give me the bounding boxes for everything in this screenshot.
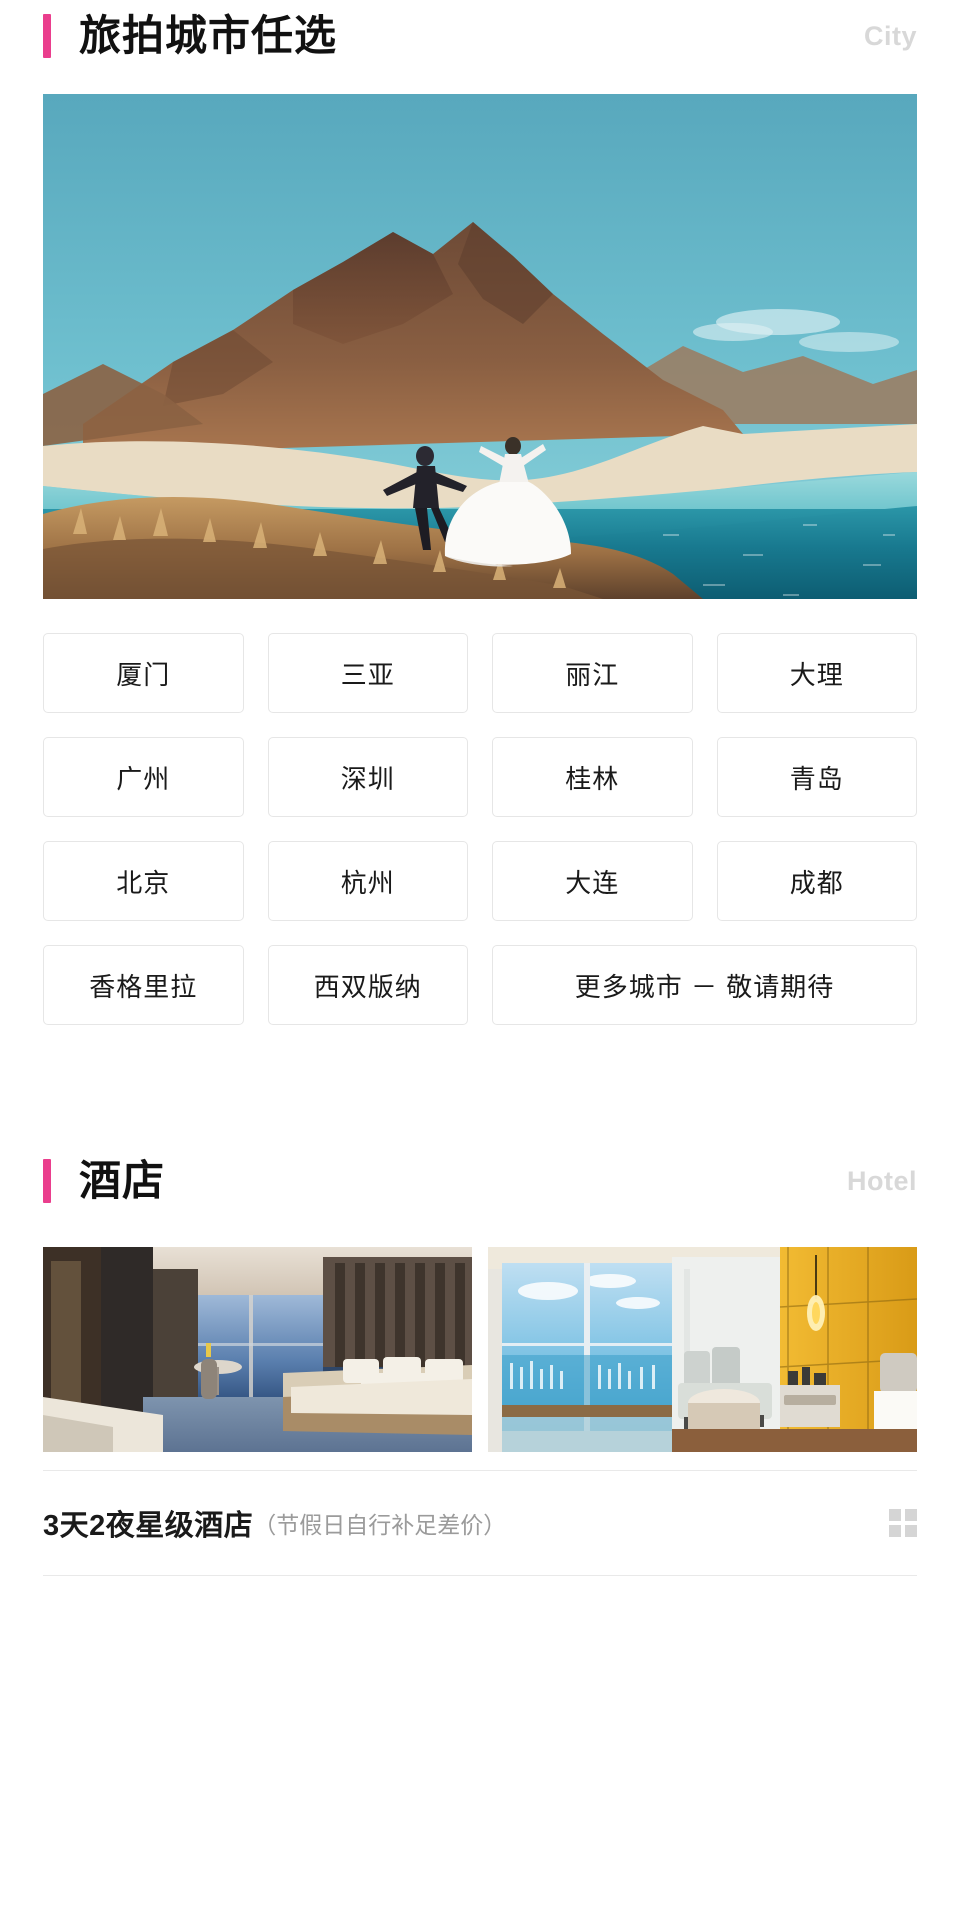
page-root: 旅拍城市任选 City 厦门 三亚 丽江 大理 广州 深圳 桂林 青岛 北京 杭… — [0, 0, 960, 1927]
grid-icon[interactable] — [889, 1509, 917, 1537]
section-subtitle-city: City — [863, 20, 917, 51]
divider-bottom — [43, 1575, 917, 1576]
city-button[interactable]: 杭州 — [267, 841, 468, 921]
hero-photo-image — [43, 94, 917, 599]
city-button[interactable]: 丽江 — [492, 633, 693, 713]
page-title: 旅拍城市任选 — [79, 12, 338, 59]
accent-bar-icon — [43, 1159, 51, 1203]
grid-icon-cell — [905, 1525, 917, 1537]
hotel-photo-2-image — [488, 1247, 917, 1452]
city-button[interactable]: 深圳 — [267, 737, 468, 817]
section-subtitle-hotel: Hotel — [847, 1165, 917, 1196]
city-button[interactable]: 西双版纳 — [267, 945, 468, 1025]
grid-icon-cell — [889, 1509, 901, 1521]
city-button[interactable]: 广州 — [43, 737, 244, 817]
grid-icon-cell — [905, 1509, 917, 1521]
section-title-hotel: 酒店 — [79, 1157, 166, 1204]
accent-bar-icon — [43, 14, 51, 58]
city-button[interactable]: 北京 — [43, 841, 244, 921]
grid-icon-cell — [889, 1525, 901, 1537]
hotel-caption-row[interactable]: 3天2夜星级酒店 （节假日自行补足差价） — [43, 1471, 917, 1575]
hotel-photo-1-image — [43, 1247, 472, 1452]
hotel-photo-2[interactable] — [488, 1247, 917, 1452]
section-header-hotel: 酒店 Hotel — [0, 1145, 960, 1217]
city-button[interactable]: 大理 — [716, 633, 917, 713]
hotel-caption-note: （节假日自行补足差价） — [253, 1512, 507, 1538]
hotel-caption-main: 3天2夜星级酒店 — [43, 1510, 254, 1542]
section-header-city: 旅拍城市任选 City — [0, 0, 960, 72]
city-button[interactable]: 桂林 — [492, 737, 693, 817]
hero-photo[interactable] — [43, 94, 917, 599]
city-button[interactable]: 青岛 — [716, 737, 917, 817]
city-button[interactable]: 三亚 — [267, 633, 468, 713]
city-button[interactable]: 香格里拉 — [43, 945, 244, 1025]
city-button[interactable]: 更多城市 － 敬请期待 — [492, 945, 917, 1025]
city-grid: 厦门 三亚 丽江 大理广州 深圳 桂林 青岛北京 杭州 大连 成都香格里拉 西双版纳 更多城市 － 敬… — [43, 633, 917, 1025]
hotel-photo-1[interactable] — [43, 1247, 472, 1452]
city-button[interactable]: 厦门 — [43, 633, 244, 713]
city-button[interactable]: 大连 — [492, 841, 693, 921]
city-button[interactable]: 成都 — [716, 841, 917, 921]
hotel-photo-list — [43, 1247, 917, 1452]
